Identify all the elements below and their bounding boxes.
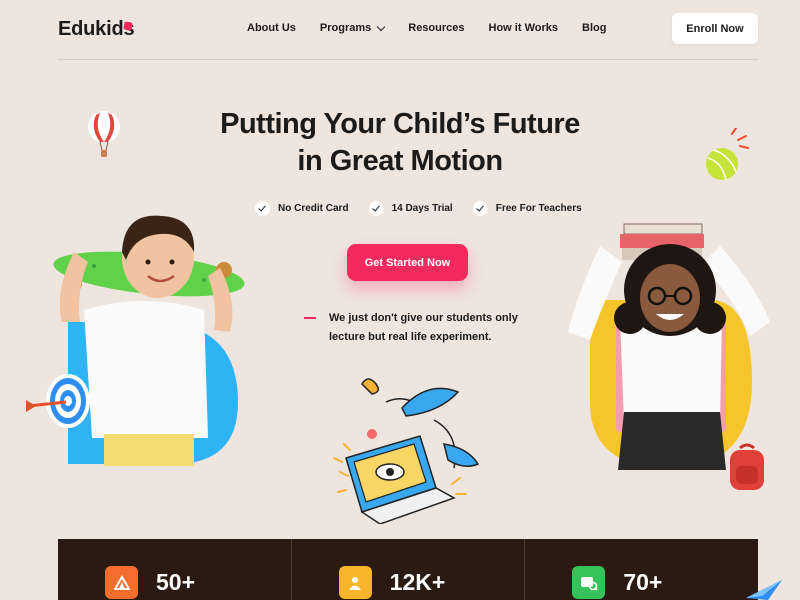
headline-line-2: in Great Motion bbox=[297, 145, 503, 177]
backpack-icon bbox=[730, 443, 764, 490]
stats-bar: 50+ 12K+ 70+ bbox=[58, 539, 758, 600]
tagline-line-2: lecture but real life experiment. bbox=[329, 331, 492, 343]
nav-item-label: How it Works bbox=[488, 22, 558, 34]
feature-check: No Credit Card bbox=[255, 201, 349, 216]
tagline-dash bbox=[304, 317, 316, 319]
hot-air-balloon-icon bbox=[88, 111, 120, 157]
stat-value: 70+ bbox=[623, 569, 663, 595]
enroll-now-button[interactable]: Enroll Now bbox=[672, 13, 758, 44]
hero-tagline: We just don't give our students only lec… bbox=[329, 309, 519, 347]
girl-books-image bbox=[568, 223, 770, 470]
chevron-down-icon bbox=[377, 22, 386, 31]
logo-dot bbox=[123, 21, 133, 31]
nav-item-label: Blog bbox=[582, 22, 607, 34]
feature-check-label: Free For Teachers bbox=[495, 203, 582, 214]
laptop-doodle-illustration bbox=[333, 378, 480, 524]
hero-headline: Putting Your Child’s Future in Great Mot… bbox=[150, 106, 650, 180]
nav-about-us[interactable]: About Us bbox=[247, 22, 296, 34]
tagline-line-1: We just don't give our students only bbox=[329, 312, 518, 324]
feature-checks: No Credit Card 14 Days Trial Free For Te… bbox=[255, 201, 602, 216]
nav-blog[interactable]: Blog bbox=[582, 22, 606, 34]
feature-check-label: No Credit Card bbox=[278, 203, 349, 214]
user-icon bbox=[338, 566, 372, 599]
get-started-button[interactable]: Get Started Now bbox=[347, 244, 468, 281]
checkmark-icon bbox=[368, 201, 384, 216]
course-icon bbox=[572, 566, 606, 599]
brand-logo[interactable]: Edukids bbox=[58, 18, 135, 41]
feature-check: Free For Teachers bbox=[472, 201, 582, 216]
nav-item-label: Resources bbox=[408, 22, 465, 34]
main-nav: About Us Programs Resources How it Works… bbox=[247, 22, 630, 34]
headline-line-1: Putting Your Child’s Future bbox=[220, 108, 580, 140]
nav-programs[interactable]: Programs bbox=[319, 22, 386, 34]
checkmark-icon bbox=[472, 201, 488, 216]
stat-value: 50+ bbox=[156, 569, 196, 595]
target-dart-icon bbox=[26, 374, 90, 428]
stat-value: 12K+ bbox=[389, 569, 446, 595]
tent-icon bbox=[105, 566, 138, 599]
nav-resources[interactable]: Resources bbox=[408, 22, 464, 34]
nav-divider bbox=[58, 59, 758, 60]
stat-card: 70+ bbox=[525, 539, 758, 600]
nav-how-it-works[interactable]: How it Works bbox=[489, 22, 558, 34]
feature-check: 14 Days Trial bbox=[368, 201, 453, 216]
paper-plane-icon bbox=[746, 580, 782, 600]
checkmark-icon bbox=[255, 201, 270, 216]
landing-page: Edukids About Us Programs Resources How … bbox=[0, 0, 800, 600]
tennis-ball-icon bbox=[706, 128, 749, 181]
nav-item-label: About Us bbox=[247, 22, 296, 34]
stat-card: 50+ bbox=[58, 539, 292, 600]
nav-item-label: Programs bbox=[319, 22, 372, 34]
feature-check-label: 14 Days Trial bbox=[391, 203, 453, 214]
stat-card: 12K+ bbox=[292, 539, 526, 600]
